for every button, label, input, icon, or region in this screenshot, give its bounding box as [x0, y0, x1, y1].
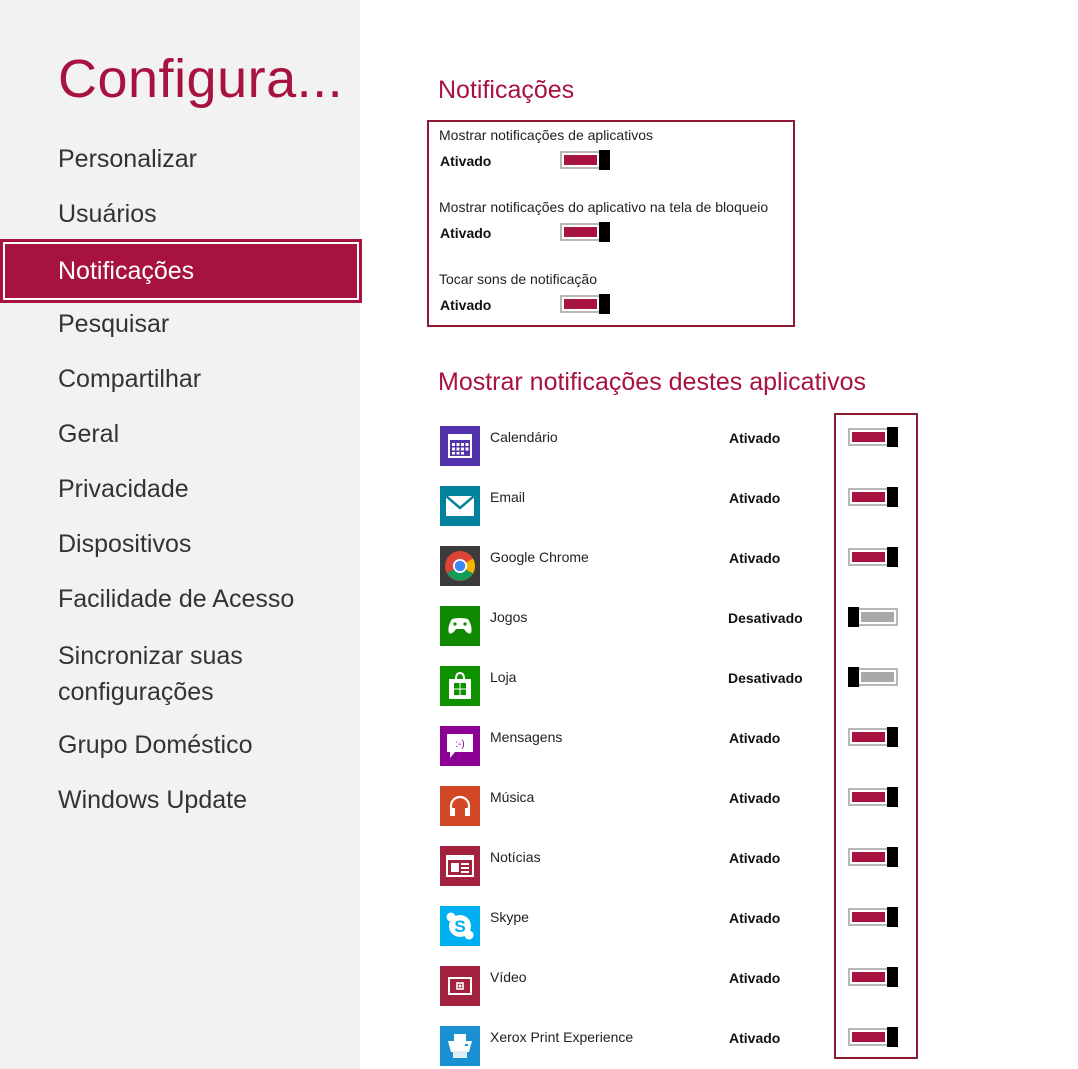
app-row-calendario: Calendário Ativado: [440, 426, 920, 468]
setting-state-notification-sounds: Ativado: [440, 297, 492, 313]
skype-icon: S: [440, 906, 480, 946]
app-state: Ativado: [729, 910, 781, 926]
sidebar-item-dispositivos[interactable]: Dispositivos: [0, 518, 360, 572]
setting-state-app-notifications: Ativado: [440, 153, 492, 169]
app-name: Email: [490, 489, 526, 505]
svg-text::-): :-): [455, 739, 464, 750]
app-state: Ativado: [729, 970, 781, 986]
page-title: Configura...: [58, 49, 344, 109]
sidebar-item-personalizar[interactable]: Personalizar: [0, 133, 360, 187]
sidebar-item-compartilhar[interactable]: Compartilhar: [0, 353, 360, 407]
app-name: Google Chrome: [490, 549, 589, 565]
app-state: Ativado: [729, 550, 781, 566]
toggle-app-skype[interactable]: [848, 907, 898, 927]
app-row-mensagens: :-) Mensagens Ativado: [440, 726, 920, 768]
sidebar-item-facilidade-de-acesso[interactable]: Facilidade de Acesso: [0, 573, 360, 627]
setting-label-notification-sounds: Tocar sons de notificação: [439, 271, 597, 287]
toggle-notification-sounds[interactable]: [560, 294, 610, 314]
app-state: Ativado: [729, 490, 781, 506]
sidebar-item-notificacoes[interactable]: Notificações: [0, 239, 362, 303]
sidebar-item-sincronizar[interactable]: Sincronizar suas configurações: [0, 638, 300, 714]
app-row-loja: Loja Desativado: [440, 666, 920, 708]
sidebar: Configura... Personalizar Usuários Notif…: [0, 0, 362, 1069]
toggle-app-musica[interactable]: [848, 787, 898, 807]
notifications-section-title: Notificações: [438, 76, 575, 104]
notifications-settings-highlight: [427, 120, 795, 327]
app-name: Jogos: [490, 609, 528, 625]
app-row-musica: Música Ativado: [440, 786, 920, 828]
app-row-google-chrome: Google Chrome Ativado: [440, 546, 920, 588]
sidebar-item-privacidade[interactable]: Privacidade: [0, 463, 360, 517]
news-icon: [440, 846, 480, 886]
toggle-app-loja[interactable]: [848, 667, 898, 687]
toggle-app-jogos[interactable]: [848, 607, 898, 627]
sidebar-item-windows-update[interactable]: Windows Update: [0, 774, 360, 828]
toggle-app-email[interactable]: [848, 487, 898, 507]
xbox-controller-icon: [440, 606, 480, 646]
app-row-video: Vídeo Ativado: [440, 966, 920, 1008]
toggle-app-noticias[interactable]: [848, 847, 898, 867]
app-state: Ativado: [729, 430, 781, 446]
calendar-icon: [440, 426, 480, 466]
apps-section-title: Mostrar notificações destes aplicativos: [438, 368, 866, 396]
setting-label-app-notifications: Mostrar notificações de aplicativos: [439, 127, 653, 143]
app-name: Notícias: [490, 849, 541, 865]
sidebar-item-pesquisar[interactable]: Pesquisar: [0, 298, 360, 352]
messaging-icon: :-): [440, 726, 480, 766]
video-icon: [440, 966, 480, 1006]
printer-icon: [440, 1026, 480, 1066]
app-state: Desativado: [728, 670, 803, 686]
toggle-app-google-chrome[interactable]: [848, 547, 898, 567]
app-state: Ativado: [729, 730, 781, 746]
app-name: Mensagens: [490, 729, 563, 745]
app-name: Skype: [490, 909, 529, 925]
chrome-icon: [440, 546, 480, 586]
sidebar-item-grupo-domestico[interactable]: Grupo Doméstico: [0, 719, 360, 773]
toggle-app-calendario[interactable]: [848, 427, 898, 447]
sidebar-item-usuarios[interactable]: Usuários: [0, 188, 360, 242]
mail-icon: [440, 486, 480, 526]
toggle-lockscreen-notifications[interactable]: [560, 222, 610, 242]
svg-text:S: S: [454, 917, 465, 936]
app-state: Ativado: [729, 850, 781, 866]
app-row-email: Email Ativado: [440, 486, 920, 528]
toggle-app-xerox-print-experience[interactable]: [848, 1027, 898, 1047]
app-state: Ativado: [729, 790, 781, 806]
toggle-app-video[interactable]: [848, 967, 898, 987]
app-name: Loja: [490, 669, 517, 685]
app-state: Ativado: [729, 1030, 781, 1046]
sidebar-item-geral[interactable]: Geral: [0, 408, 360, 462]
toggle-app-mensagens[interactable]: [848, 727, 898, 747]
setting-state-lockscreen-notifications: Ativado: [440, 225, 492, 241]
headphones-icon: [440, 786, 480, 826]
setting-label-lockscreen-notifications: Mostrar notificações do aplicativo na te…: [439, 199, 769, 215]
app-name: Música: [490, 789, 535, 805]
app-state: Desativado: [728, 610, 803, 626]
toggle-app-notifications[interactable]: [560, 150, 610, 170]
app-row-skype: S Skype Ativado: [440, 906, 920, 948]
app-name: Vídeo: [490, 969, 527, 985]
app-row-noticias: Notícias Ativado: [440, 846, 920, 888]
app-row-xerox-print-experience: Xerox Print Experience Ativado: [440, 1026, 920, 1068]
app-name: Calendário: [490, 429, 558, 445]
app-name: Xerox Print Experience: [490, 1029, 634, 1045]
store-icon: [440, 666, 480, 706]
app-row-jogos: Jogos Desativado: [440, 606, 920, 648]
